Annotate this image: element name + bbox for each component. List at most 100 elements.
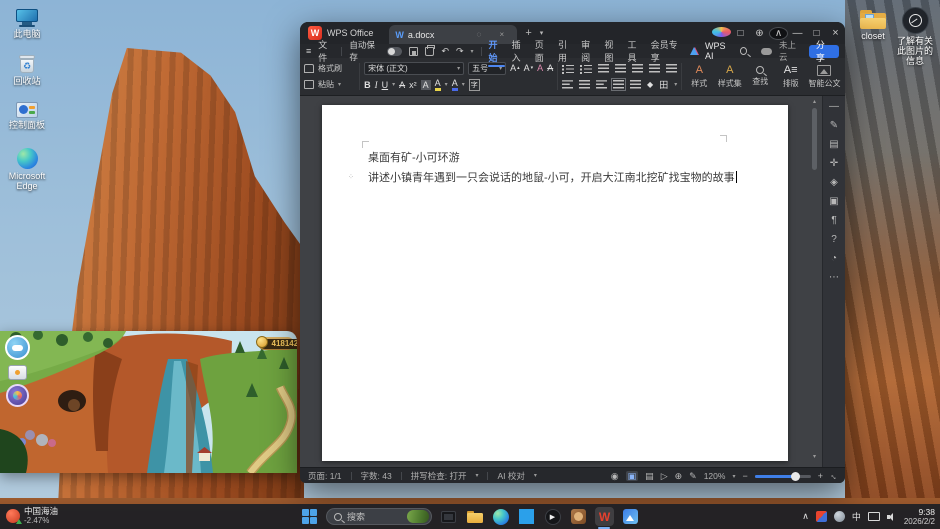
- borders-chevron-icon[interactable]: ▾: [674, 81, 677, 88]
- desktop-icon-this-pc[interactable]: 此电脑: [0, 9, 54, 39]
- desktop-icon-edge[interactable]: Microsoft Edge: [0, 148, 54, 191]
- speaker-icon[interactable]: [887, 512, 897, 522]
- scrollbar-thumb[interactable]: [812, 108, 817, 170]
- help-icon[interactable]: ?: [831, 235, 837, 245]
- distribute-icon[interactable]: [630, 80, 641, 89]
- decrease-indent-icon[interactable]: [598, 64, 609, 73]
- ime-indicator[interactable]: 中: [852, 510, 861, 523]
- share-panel-icon[interactable]: ◈: [830, 178, 838, 188]
- collapse-sidebar-icon[interactable]: —: [829, 102, 839, 112]
- zoom-in-icon[interactable]: +: [818, 471, 823, 481]
- cloud-status-label[interactable]: 未上云: [779, 39, 802, 63]
- align-left-icon[interactable]: [562, 80, 573, 89]
- ai-proofread[interactable]: AI 校对: [497, 470, 524, 482]
- strikethrough-button[interactable]: A: [399, 80, 405, 90]
- paste-button[interactable]: 粘贴: [318, 79, 334, 90]
- font-color-button[interactable]: A: [452, 78, 458, 91]
- doc-text-line2[interactable]: 讲述小镇青年遇到一只会说话的地鼠-小可，开启大江南北挖矿找宝物的故事: [368, 169, 737, 185]
- eye-protect-icon[interactable]: ◉: [611, 471, 619, 481]
- ribbon-tab-home[interactable]: 开始: [488, 38, 504, 64]
- taskbar-vscode[interactable]: [517, 507, 536, 526]
- numbering-panel-icon[interactable]: ¶: [831, 216, 836, 226]
- font-name-select[interactable]: 宋体 (正文)▾: [364, 62, 464, 75]
- font-color-chevron-icon[interactable]: ▾: [462, 81, 465, 88]
- outline-view-icon[interactable]: ▤: [645, 471, 654, 481]
- scroll-up-icon[interactable]: ▴: [811, 98, 818, 105]
- settings-sliders-icon[interactable]: ✛: [830, 159, 838, 169]
- ribbon-tab-member[interactable]: 会员专享: [651, 38, 683, 64]
- ribbon-layout-icon[interactable]: □: [731, 28, 750, 39]
- taskbar-app-brown[interactable]: [569, 507, 588, 526]
- redo-icon[interactable]: ↷: [456, 46, 464, 57]
- clear-format-icon[interactable]: A: [547, 63, 553, 73]
- tray-wps-cloud-icon[interactable]: [816, 511, 827, 522]
- game-window[interactable]: 418142: [0, 331, 297, 473]
- taskbar-edge[interactable]: [491, 507, 510, 526]
- zoom-slider-knob[interactable]: [791, 472, 800, 481]
- more-icon[interactable]: ⋯: [829, 273, 839, 283]
- desktop-icon-closet-folder[interactable]: closet: [851, 10, 895, 41]
- align-right-icon[interactable]: [596, 80, 607, 89]
- theme-icon[interactable]: [712, 27, 731, 40]
- text-direction-icon[interactable]: [632, 64, 643, 73]
- smart-doc-button[interactable]: 智能公文: [808, 60, 841, 93]
- ink-icon[interactable]: ✎: [689, 471, 697, 481]
- zoom-out-icon[interactable]: −: [742, 471, 747, 481]
- underline-chevron-icon[interactable]: ▾: [392, 81, 395, 88]
- document-page[interactable]: 桌面有矿-小可环游 讲述小镇青年遇到一只会说话的地鼠-小可，开启大江南北挖矿找宝…: [322, 105, 788, 461]
- doc-text-line1[interactable]: 桌面有矿-小可环游: [368, 149, 460, 165]
- char-shading-button[interactable]: A: [421, 80, 431, 90]
- ribbon-tab-review[interactable]: 审阅: [581, 38, 597, 64]
- enclose-char-button[interactable]: 字: [469, 79, 480, 91]
- clock[interactable]: 9:38 2026/2/2: [904, 508, 935, 526]
- tray-app-icon[interactable]: [834, 511, 845, 522]
- typeset-button[interactable]: A≡ 排版: [777, 60, 803, 93]
- desktop-icon-control-panel[interactable]: 控制面板: [0, 102, 54, 130]
- image-panel-icon[interactable]: ▣: [829, 197, 838, 207]
- spellcheck-chevron-icon[interactable]: ▾: [475, 472, 478, 479]
- taskbar-wps[interactable]: W: [595, 507, 614, 526]
- hamburger-icon[interactable]: ≡: [306, 46, 311, 56]
- ribbon-tab-view[interactable]: 视图: [604, 38, 620, 64]
- start-button[interactable]: [300, 507, 319, 526]
- spotlight-info-icon-group[interactable]: 了解有关此图片的信息: [893, 7, 937, 66]
- zoom-chevron-icon[interactable]: ▾: [732, 473, 735, 480]
- paste-chevron-icon[interactable]: ▾: [338, 81, 341, 88]
- contact-icon[interactable]: ◔: [831, 254, 837, 264]
- taskbar-search[interactable]: 搜索: [326, 508, 432, 525]
- shading-bucket-icon[interactable]: ◆: [647, 80, 653, 89]
- share-button[interactable]: 分享: [809, 45, 839, 58]
- sort-icon[interactable]: [666, 64, 677, 73]
- ai-proofread-chevron-icon[interactable]: ▾: [534, 472, 537, 479]
- numbered-list-icon[interactable]: [580, 64, 592, 73]
- format-painter-button[interactable]: 格式刷: [318, 63, 342, 74]
- taskbar-widget[interactable]: 中国海油 -2.47%: [6, 507, 58, 525]
- word-count[interactable]: 字数: 43: [361, 470, 392, 482]
- avatar[interactable]: ∧: [769, 27, 788, 40]
- zoom-level[interactable]: 120%: [704, 471, 726, 481]
- select-tool-icon[interactable]: ▤: [829, 140, 838, 150]
- web-view-icon[interactable]: ⊕: [675, 471, 683, 481]
- increase-indent-icon[interactable]: [615, 64, 626, 73]
- taskbar-app-dark[interactable]: [439, 507, 458, 526]
- style-set-button[interactable]: A 样式集: [717, 60, 743, 93]
- highlight-chevron-icon[interactable]: ▾: [445, 81, 448, 88]
- ribbon-tab-reference[interactable]: 引用: [558, 38, 574, 64]
- undo-icon[interactable]: ↶: [441, 46, 449, 57]
- game-weather-button[interactable]: [5, 335, 30, 360]
- taskbar-media-player[interactable]: ▶: [543, 507, 562, 526]
- line-spacing-icon[interactable]: [649, 64, 660, 73]
- tray-expand-icon[interactable]: ∧: [802, 511, 809, 522]
- game-event-button[interactable]: [6, 384, 29, 407]
- minimize-button[interactable]: —: [788, 28, 807, 39]
- bullet-list-icon[interactable]: [562, 64, 574, 73]
- file-menu[interactable]: 文件: [318, 38, 334, 64]
- vertical-scrollbar[interactable]: ▴ ▾: [811, 98, 818, 464]
- underline-button[interactable]: U: [382, 80, 389, 90]
- find-button[interactable]: 查找: [747, 60, 773, 93]
- save-icon[interactable]: [409, 47, 418, 56]
- edit-pen-icon[interactable]: ✎: [830, 121, 838, 131]
- text-effects-icon[interactable]: A: [537, 63, 543, 73]
- tab-list-chevron-icon[interactable]: ▾: [540, 29, 544, 37]
- mode-switch-icon[interactable]: ⊕: [750, 28, 769, 39]
